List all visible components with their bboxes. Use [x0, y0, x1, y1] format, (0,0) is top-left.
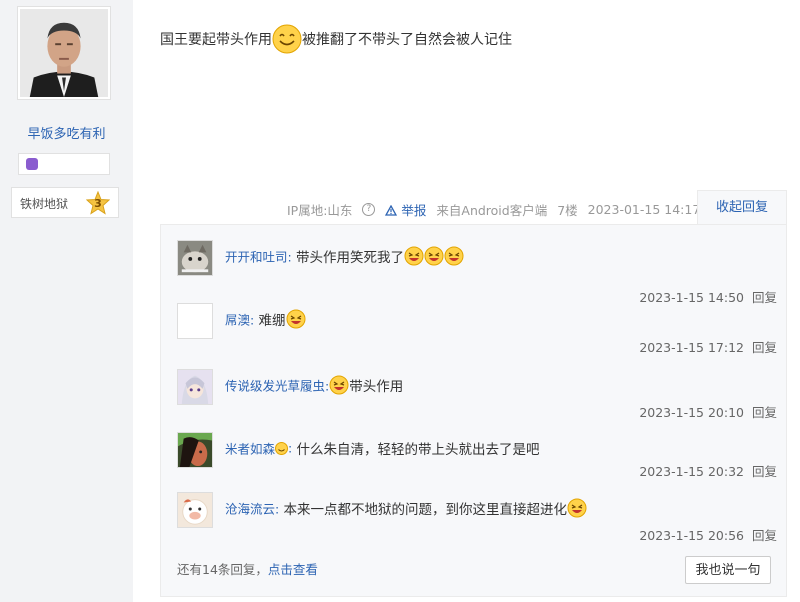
- author-avatar[interactable]: [17, 6, 111, 100]
- avatar[interactable]: [177, 369, 213, 405]
- reply-button[interactable]: 回复: [752, 464, 777, 479]
- reply-meta: 2023-1-15 20:32 回复: [639, 461, 777, 480]
- author-level[interactable]: 铁树地狱 3: [11, 187, 119, 218]
- laughing-emoji-icon: [444, 246, 464, 266]
- post-text-after: 被推翻了不带头了自然会被人记住: [302, 32, 512, 48]
- report-label: 举报: [401, 203, 427, 218]
- laughing-emoji-icon: [404, 246, 424, 266]
- smile-emoji-icon: [272, 24, 302, 54]
- laughing-emoji-icon: [424, 246, 444, 266]
- post-content: 国王要起带头作用 被推翻了不带头了自然会被人记住: [160, 24, 512, 54]
- level-title: 铁树地狱: [20, 197, 69, 211]
- author-sidebar: 早饭多吃有利 铁树地狱 3: [0, 0, 133, 602]
- reply-author[interactable]: 米者如森: [225, 442, 275, 457]
- badge-gem-icon: [26, 158, 38, 170]
- help-icon[interactable]: ?: [362, 203, 376, 216]
- reply-meta: 2023-1-15 17:12 回复: [639, 337, 777, 356]
- warning-icon: [385, 204, 398, 216]
- add-comment-button[interactable]: 我也说一句: [685, 556, 771, 584]
- floor-number: 7楼: [557, 203, 578, 218]
- fold-replies-button[interactable]: 收起回复: [697, 190, 787, 224]
- reply-button[interactable]: 回复: [752, 340, 777, 355]
- reply-author[interactable]: 开开和吐司:: [225, 250, 292, 265]
- reply-author[interactable]: 沧海流云:: [225, 502, 279, 517]
- reply-timestamp: 2023-1-15 20:32: [639, 464, 744, 479]
- reply-line: 开开和吐司: 带头作用笑死我了: [225, 246, 464, 266]
- more-replies-prefix: 还有14条回复，: [177, 562, 268, 577]
- reply-text: 本来一点都不地狱的问题，到你这里直接超进化: [283, 502, 568, 518]
- reply-meta: 2023-1-15 14:50 回复: [639, 287, 777, 306]
- avatar[interactable]: [177, 492, 213, 528]
- view-more-link[interactable]: 点击查看: [268, 562, 318, 577]
- post-text-before: 国王要起带头作用: [160, 32, 272, 48]
- author-username[interactable]: 早饭多吃有利: [0, 123, 133, 142]
- reply-line: 屌澳: 难绷: [225, 309, 306, 329]
- reply-line: 沧海流云: 本来一点都不地狱的问题，到你这里直接超进化: [225, 498, 587, 518]
- reply-text: 难绷: [258, 313, 286, 329]
- reply-author-colon: :: [288, 440, 293, 456]
- reply-timestamp: 2023-1-15 20:10: [639, 405, 744, 420]
- avatar[interactable]: [177, 240, 213, 276]
- reply-meta: 2023-1-15 20:56 回复: [639, 525, 777, 544]
- ip-location: IP属地:山东: [287, 203, 353, 218]
- reply-timestamp: 2023-1-15 14:50: [639, 290, 744, 305]
- reply-line: 传说级发光草履虫: 带头作用: [225, 375, 403, 395]
- post-source: 来自Android客户端: [436, 203, 548, 218]
- reply-author[interactable]: 屌澳:: [225, 313, 254, 328]
- reply-text: 带头作用笑死我了: [296, 250, 405, 266]
- reply-meta: 2023-1-15 20:10 回复: [639, 402, 777, 421]
- avatar[interactable]: [177, 303, 213, 339]
- reply-timestamp: 2023-1-15 17:12: [639, 340, 744, 355]
- laughing-emoji-icon: [329, 375, 349, 395]
- avatar[interactable]: [177, 432, 213, 468]
- more-replies: 还有14条回复，点击查看: [177, 559, 318, 578]
- post-meta: IP属地:山东 ? 举报 来自Android客户端 7楼 2023-01-15 …: [287, 200, 706, 219]
- reply-timestamp: 2023-1-15 20:56: [639, 528, 744, 543]
- reply-button[interactable]: 回复: [752, 528, 777, 543]
- reply-button[interactable]: 回复: [752, 290, 777, 305]
- laughing-emoji-icon: [286, 309, 306, 329]
- laughing-emoji-icon: [567, 498, 587, 518]
- reply-panel: 开开和吐司: 带头作用笑死我了 2023-1-15 14:50 回复 屌澳: 难…: [160, 224, 787, 597]
- reply-button[interactable]: 回复: [752, 405, 777, 420]
- level-number: 3: [94, 197, 102, 210]
- author-badge[interactable]: [18, 153, 110, 175]
- reply-line: 米者如森: 什么朱自清，轻轻的带上头就出去了是吧: [225, 438, 540, 459]
- level-star-icon: 3: [86, 191, 110, 215]
- smile-emoji-icon: [275, 441, 289, 455]
- reply-text: 什么朱自清，轻轻的带上头就出去了是吧: [296, 442, 540, 458]
- post-timestamp: 2023-01-15 14:17: [587, 202, 701, 217]
- report-link[interactable]: 举报: [385, 200, 426, 219]
- reply-author[interactable]: 传说级发光草履虫:: [225, 379, 329, 394]
- reply-text: 带头作用: [349, 379, 404, 395]
